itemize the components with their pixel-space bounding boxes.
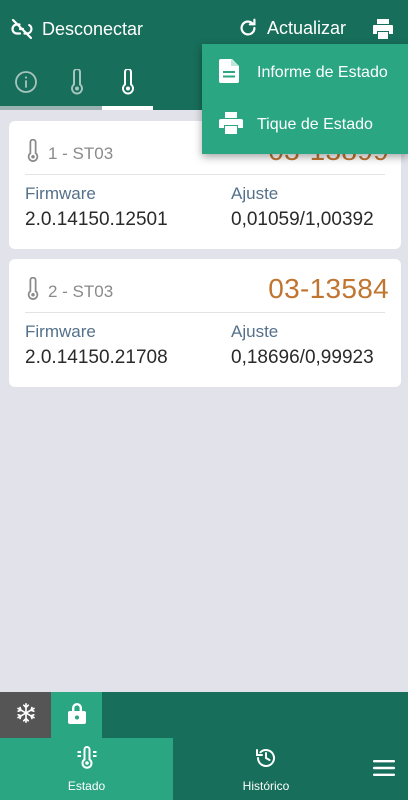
sensor-header: 2 - ST03: [26, 276, 114, 306]
adjust-label: Ajuste: [231, 184, 279, 203]
menu-item-status-report[interactable]: Informe de Estado: [202, 47, 408, 99]
adjust-value: 0,18696/0,99923: [231, 347, 374, 368]
history-icon: [254, 746, 278, 773]
print-menu: Informe de Estado Tique de Estado: [202, 44, 408, 154]
nav-item-history[interactable]: Histórico: [173, 738, 359, 800]
lock-button[interactable]: [51, 692, 102, 738]
nav-item-status[interactable]: Estado: [0, 738, 173, 800]
refresh-button[interactable]: Actualizar: [237, 17, 346, 39]
printer-icon: [371, 17, 395, 41]
freeze-button[interactable]: [0, 692, 51, 738]
disconnect-label: Desconectar: [42, 18, 144, 39]
menu-item-label: Informe de Estado: [257, 64, 388, 81]
thermometer-icon: [26, 276, 40, 306]
status-icon: [75, 745, 99, 773]
adjust-value: 0,01059/1,00392: [231, 209, 374, 230]
disconnect-link-icon: [10, 17, 34, 41]
card-divider: [25, 312, 385, 313]
tab-info[interactable]: [0, 58, 51, 110]
tab-track: [0, 106, 51, 110]
snowflake-icon: [15, 702, 37, 729]
print-button[interactable]: [371, 17, 395, 41]
tab-sensor-2[interactable]: [102, 58, 153, 110]
sensor-name: 1 - ST03: [48, 143, 114, 163]
firmware-value: 2.0.14150.21708: [25, 347, 168, 368]
sensor-header: 1 - ST03: [26, 138, 114, 168]
menu-icon: [372, 759, 395, 780]
sensor-name: 2 - ST03: [48, 281, 114, 301]
firmware-label: Firmware: [25, 184, 96, 203]
nav-item-label: Estado: [67, 778, 106, 793]
lock-icon: [67, 701, 87, 730]
refresh-label: Actualizar: [267, 17, 347, 38]
tab-track: [51, 106, 102, 110]
tab-sensor-1[interactable]: [51, 58, 102, 110]
printer-icon: [219, 111, 243, 139]
menu-button[interactable]: [359, 738, 408, 800]
tab-active-indicator: [102, 106, 153, 110]
refresh-icon: [237, 17, 259, 39]
nav-item-label: Histórico: [242, 778, 290, 793]
sensor-card[interactable]: 2 - ST03 03-13584 Firmware 2.0.14150.217…: [9, 259, 401, 387]
bottom-nav: Estado Histórico: [0, 738, 408, 800]
card-divider: [25, 174, 385, 175]
adjust-label: Ajuste: [231, 322, 279, 341]
document-icon: [219, 58, 239, 88]
info-icon: [14, 70, 38, 99]
thermometer-icon: [69, 67, 85, 100]
firmware-label: Firmware: [25, 322, 96, 341]
disconnect-button[interactable]: Desconectar: [10, 17, 143, 41]
firmware-value: 2.0.14150.12501: [25, 209, 168, 230]
menu-item-status-ticket[interactable]: Tique de Estado: [202, 99, 408, 151]
sensor-serial: 03-13584: [268, 273, 389, 304]
thermometer-icon: [120, 67, 136, 100]
thermometer-icon: [26, 138, 40, 168]
menu-item-label: Tique de Estado: [257, 116, 373, 133]
control-strip: [0, 692, 408, 738]
